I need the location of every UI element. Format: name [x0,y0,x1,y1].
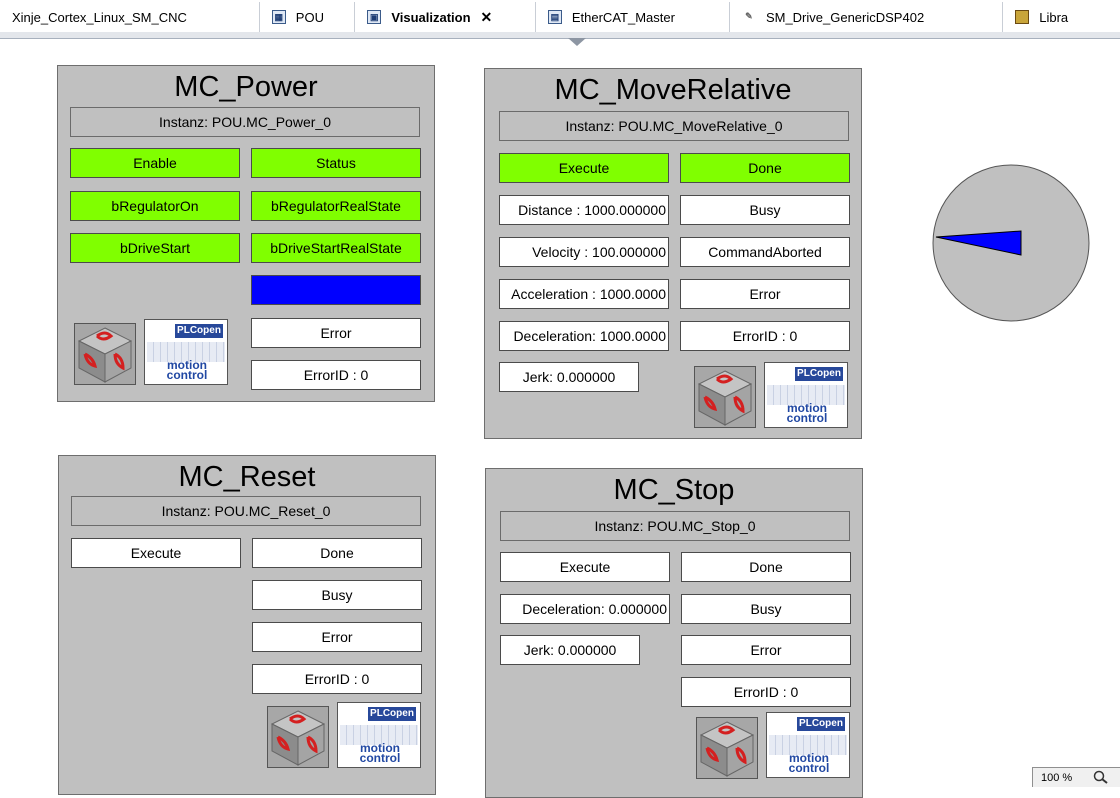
tab-dropdown-arrow-icon[interactable] [568,38,586,46]
mc-move-relative-panel: MC_MoveRelative Instanz: POU.MC_MoveRela… [484,68,862,439]
tab-sm-drive[interactable]: ✎ SM_Drive_GenericDSP402 [729,2,1004,32]
error-output: Error [681,635,851,665]
regulator-on-input[interactable]: bRegulatorOn [70,191,240,221]
execute-input[interactable]: Execute [500,552,670,582]
distance-input[interactable]: Distance : 1000.000000 [499,195,669,225]
motion-cube-logo [267,706,329,768]
command-aborted-output: CommandAborted [680,237,850,267]
error-output: Error [252,622,422,652]
busy-output: Busy [681,594,851,624]
mc-reset-panel: MC_Reset Instanz: POU.MC_Reset_0 Execute… [58,455,436,795]
error-output: Error [251,318,421,348]
drive-start-input[interactable]: bDriveStart [70,233,240,263]
zoom-indicator[interactable]: 100 % [1032,767,1120,787]
motion-control-label: motion control [166,358,208,382]
plcopen-label: PLCopen [797,717,845,731]
drive-start-real-state-output: bDriveStartRealState [251,233,421,263]
motion-control-label: motion control [788,751,830,775]
error-id-output: ErrorID : 0 [252,664,422,694]
library-icon [1015,10,1030,24]
close-icon[interactable]: ✕ [481,9,493,26]
tab-label: POU [295,9,324,25]
panel-title: MC_Stop [613,474,735,506]
panel-title: MC_Power [174,71,318,103]
ethercat-icon: ▤ [547,10,562,24]
instance-label: Instanz: POU.MC_Power_0 [70,107,420,137]
panel-title: MC_MoveRelative [554,74,792,106]
instance-label: Instanz: POU.MC_Stop_0 [500,511,850,541]
zoom-icon[interactable] [1093,770,1109,784]
axis-position-pie [932,164,1090,322]
plcopen-logo: PLCopen motion control [337,702,421,768]
tab-label: SM_Drive_GenericDSP402 [765,9,925,25]
tab-pou[interactable]: ▦ POU [259,2,356,32]
deceleration-input[interactable]: Deceleration: 0.000000 [500,594,670,624]
error-id-output: ErrorID : 0 [251,360,421,390]
status-output: Status [251,148,421,178]
execute-input[interactable]: Execute [71,538,241,568]
mc-stop-panel: MC_Stop Instanz: POU.MC_Stop_0 Execute D… [485,468,863,798]
error-id-output: ErrorID : 0 [680,321,850,351]
plcopen-logo: PLCopen motion control [764,362,848,428]
error-output: Error [680,279,850,309]
motion-control-label: motion control [359,741,401,765]
busy-output: Busy [251,275,421,305]
motion-cube-logo [74,323,136,385]
deceleration-input[interactable]: Deceleration: 1000.0000 [499,321,669,351]
done-output: Done [681,552,851,582]
drive-icon: ✎ [745,11,753,21]
velocity-input[interactable]: Velocity : 100.000000 [499,237,669,267]
tab-label: Visualization [391,9,471,25]
plcopen-logo: PLCopen motion control [144,319,228,385]
plcopen-logo: PLCopen motion control [766,712,850,778]
motion-cube-logo [696,717,758,779]
zoom-value: 100 % [1041,772,1073,784]
motion-control-label: motion control [786,401,828,425]
panel-title: MC_Reset [178,461,316,493]
done-output: Done [680,153,850,183]
tab-bar-rail [0,32,1120,39]
instance-label: Instanz: POU.MC_MoveRelative_0 [499,111,849,141]
mc-power-panel: MC_Power Instanz: POU.MC_Power_0 Enable … [57,65,435,402]
jerk-input[interactable]: Jerk: 0.000000 [500,635,640,665]
regulator-real-state-output: bRegulatorRealState [251,191,421,221]
execute-input[interactable]: Execute [499,153,669,183]
instance-label: Instanz: POU.MC_Reset_0 [71,496,421,526]
acceleration-input[interactable]: Acceleration : 1000.0000 [499,279,669,309]
tab-label: Libra [1039,9,1069,25]
tab-label: Xinje_Cortex_Linux_SM_CNC [12,9,187,25]
tab-ethercat-master[interactable]: ▤ EtherCAT_Master [535,2,730,32]
motion-cube-logo [694,366,756,428]
pou-icon: ▦ [271,10,286,24]
tab-library[interactable]: Libra [1003,2,1120,32]
plcopen-label: PLCopen [368,707,416,721]
tab-xinje-cortex[interactable]: Xinje_Cortex_Linux_SM_CNC [0,2,260,32]
visualization-icon: ▣ [367,10,382,24]
done-output: Done [252,538,422,568]
tab-label: EtherCAT_Master [571,9,675,25]
plcopen-label: PLCopen [795,367,843,381]
plcopen-label: PLCopen [175,324,223,338]
tab-visualization[interactable]: ▣ Visualization ✕ [355,2,536,32]
busy-output: Busy [680,195,850,225]
editor-tab-bar: Xinje_Cortex_Linux_SM_CNC ▦ POU ▣ Visual… [0,0,1120,33]
jerk-input[interactable]: Jerk: 0.000000 [499,362,639,392]
enable-input[interactable]: Enable [70,148,240,178]
busy-output: Busy [252,580,422,610]
error-id-output: ErrorID : 0 [681,677,851,707]
